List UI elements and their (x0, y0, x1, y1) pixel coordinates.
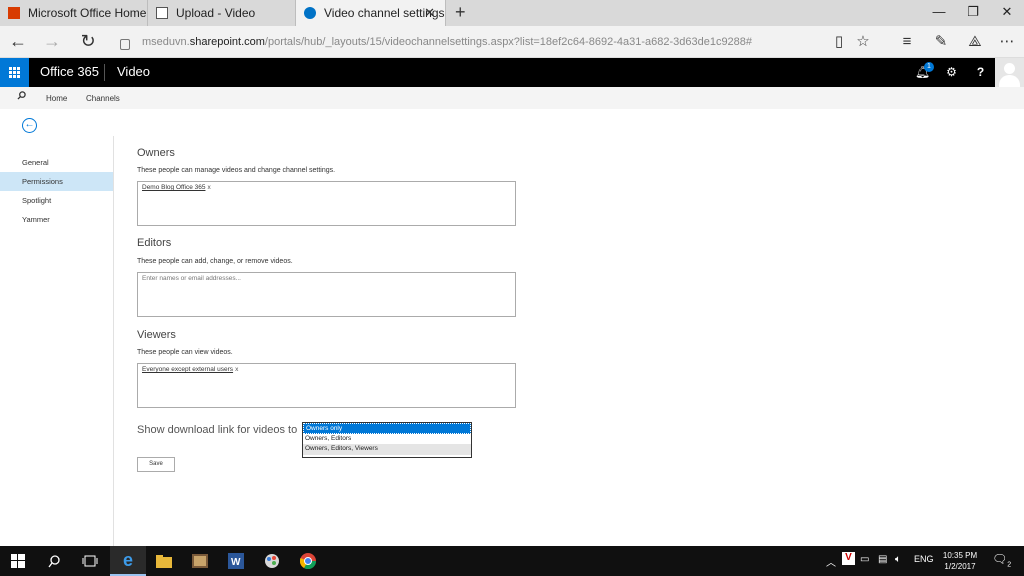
app-launcher-icon[interactable] (0, 58, 29, 87)
office-icon (8, 7, 20, 19)
edge-browser-icon[interactable]: e (110, 546, 146, 576)
tab-title: Microsoft Office Home (28, 6, 147, 20)
volume-icon[interactable]: 🔈︎ (895, 554, 901, 565)
url-field[interactable]: mseduvn. sharepoint.com/portals/hub/_layo… (120, 30, 820, 54)
media-app-icon[interactable] (182, 546, 218, 576)
settings-gear-icon[interactable]: ⚙ (937, 58, 966, 87)
tab-upload-video[interactable]: Upload - Video (148, 0, 296, 26)
word-icon[interactable]: W (218, 546, 254, 576)
remove-token-icon[interactable]: x (235, 366, 238, 373)
help-icon[interactable]: ? (966, 58, 995, 87)
nav-channels-link[interactable]: Channels (86, 94, 120, 103)
nav-item-spotlight[interactable]: Spotlight (0, 191, 113, 210)
web-note-icon[interactable]: ✎ (930, 31, 952, 53)
svg-text:W: W (231, 557, 241, 568)
windows-taskbar: e W ︿ V ▭ ▤ 🔈︎ ENG 10:35 PM 1/2/2017 🗨︎2 (0, 546, 1024, 576)
url-path: /portals/hub/_layouts/15/videochannelset… (264, 36, 753, 48)
nav-item-general[interactable]: General (0, 153, 113, 172)
start-windows-icon[interactable] (0, 546, 36, 576)
close-tab-icon[interactable]: ✕ (424, 5, 435, 21)
download-link-label: Show download link for videos to (137, 424, 298, 436)
owner-token[interactable]: Demo Blog Office 365 (142, 184, 205, 191)
owners-heading: Owners (137, 147, 175, 159)
page-icon (156, 7, 168, 19)
tab-office-home[interactable]: Microsoft Office Home (0, 0, 148, 26)
back-arrow-icon[interactable]: ← (6, 30, 30, 54)
brand-title[interactable]: Office 365 (40, 64, 99, 79)
task-view-icon[interactable] (72, 546, 108, 576)
owners-people-picker[interactable]: Demo Blog Office 365 x (137, 181, 516, 226)
option-owners-editors-viewers[interactable]: Owners, Editors, Viewers (303, 444, 471, 455)
video-subnav: Home Channels (0, 87, 1024, 109)
show-hidden-icons-icon[interactable]: ︿ (826, 554, 836, 569)
viewers-description: These people can view videos. (137, 349, 233, 356)
avatar[interactable] (995, 58, 1024, 87)
clock-time: 10:35 PM (942, 551, 978, 560)
remove-token-icon[interactable]: x (207, 184, 210, 191)
owners-description: These people can manage videos and chang… (137, 167, 336, 174)
option-owners-only[interactable]: Owners only (303, 423, 471, 434)
nav-item-yammer[interactable]: Yammer (0, 210, 113, 229)
browser-tab-strip: Microsoft Office Home Upload - Video Vid… (0, 0, 1024, 26)
lock-icon (120, 38, 130, 50)
notification-bell-icon[interactable]: 🔔︎ 1 (908, 58, 937, 87)
suite-bar: Office 365 Video 🔔︎ 1 ⚙ ? (0, 58, 1024, 87)
tab-title: Upload - Video (176, 6, 256, 20)
download-audience-dropdown[interactable]: Owners only Owners, Editors Owners, Edit… (302, 422, 472, 458)
nav-home-link[interactable]: Home (46, 94, 67, 103)
action-center-icon[interactable]: 🗨︎2 (992, 552, 1011, 568)
paint-app-icon[interactable] (254, 546, 290, 576)
viewers-heading: Viewers (137, 329, 176, 341)
sharepoint-icon (304, 7, 316, 19)
divider (104, 64, 105, 81)
save-button[interactable]: Save (137, 457, 175, 472)
favorite-star-icon[interactable]: ☆ (852, 31, 874, 53)
app-title[interactable]: Video (117, 64, 150, 79)
maximize-button[interactable]: ❐ (956, 0, 990, 26)
file-explorer-icon[interactable] (146, 546, 182, 576)
chrome-icon[interactable] (290, 546, 326, 576)
address-bar: ← → ↻ mseduvn. sharepoint.com/portals/hub… (0, 26, 1024, 58)
option-owners-editors[interactable]: Owners, Editors (303, 434, 471, 445)
viewers-people-picker[interactable]: Everyone except external users x (137, 363, 516, 408)
tab-video-channel-settings[interactable]: Video channel settings ✕ (296, 0, 446, 26)
viewer-token[interactable]: Everyone except external users (142, 366, 233, 373)
more-icon[interactable]: ⋯ (996, 31, 1018, 53)
search-taskbar-icon[interactable] (36, 546, 72, 576)
editors-description: These people can add, change, or remove … (137, 258, 293, 265)
editors-heading: Editors (137, 237, 172, 249)
antivirus-icon[interactable]: V (842, 552, 855, 565)
reading-view-icon[interactable]: ▯ (828, 31, 850, 53)
share-icon[interactable]: ⟁ (964, 31, 986, 53)
editors-people-picker[interactable]: Enter names or email addresses... (137, 272, 516, 317)
back-circle-icon[interactable]: ← (22, 118, 37, 133)
taskbar-clock[interactable]: 10:35 PM 1/2/2017 (940, 550, 980, 572)
nav-item-permissions[interactable]: Permissions (0, 172, 113, 191)
search-icon[interactable] (17, 91, 26, 102)
refresh-icon[interactable]: ↻ (76, 30, 100, 54)
new-tab-button[interactable]: + (455, 2, 466, 23)
notification-badge: 1 (924, 62, 934, 72)
settings-left-nav: General Permissions Spotlight Yammer (0, 153, 113, 229)
power-icon[interactable]: ▭ (860, 554, 869, 565)
language-indicator[interactable]: ENG (914, 554, 934, 564)
clock-date: 1/2/2017 (944, 562, 976, 571)
url-domain: sharepoint.com (189, 36, 265, 48)
network-icon[interactable]: ▤ (878, 554, 887, 565)
hub-icon[interactable]: ≡ (896, 31, 918, 53)
close-window-button[interactable]: ✕ (990, 0, 1024, 26)
minimize-button[interactable]: — (922, 0, 956, 26)
forward-arrow-icon[interactable]: → (40, 30, 64, 54)
nav-divider (113, 136, 114, 546)
url-subdomain: mseduvn. (142, 36, 190, 48)
editors-placeholder: Enter names or email addresses... (142, 275, 241, 282)
action-center-count: 2 (1007, 561, 1012, 569)
